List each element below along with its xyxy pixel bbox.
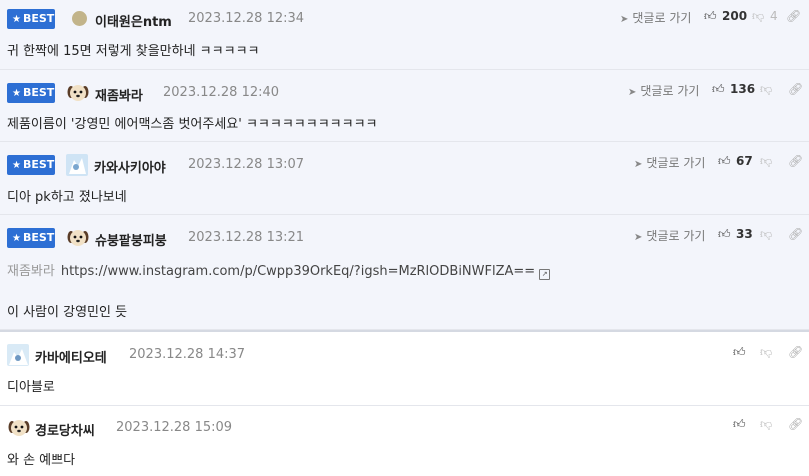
like-button[interactable]: 👍︎ 33 (718, 227, 753, 242)
reply-to-nick[interactable]: 재좀봐라 (7, 264, 55, 279)
thumbs-down-icon: 👎︎ (760, 154, 773, 168)
nickname[interactable]: 슈붕팥붕피붕 (95, 230, 167, 249)
external-link-icon[interactable]: ↗ (539, 269, 551, 280)
thumbs-down-icon: 👎︎ (760, 417, 773, 431)
avatar[interactable] (67, 227, 89, 249)
comment-text: 이 사람이 강영민인 듯 (7, 305, 128, 320)
avatar[interactable] (7, 344, 29, 366)
dislike-button[interactable]: 👎︎ (760, 345, 778, 360)
star-icon: ★ (12, 233, 21, 244)
avatar[interactable] (67, 82, 89, 104)
thumbs-down-icon: 👎︎ (760, 82, 773, 96)
best-comment: ★ BEST 카와사키아야 2023.12.28 13:07 ➤ 댓글로 가기 👍︎… (0, 142, 809, 215)
best-badge: ★ BEST (7, 83, 55, 103)
comment-date: 2023.12.28 12:34 (188, 11, 305, 26)
avatar[interactable] (8, 417, 30, 439)
goto-comment-link[interactable]: ➤ 댓글로 가기 (634, 154, 705, 171)
nickname[interactable]: 재좀봐라 (95, 85, 143, 104)
like-button[interactable]: 👍︎ 67 (718, 154, 753, 169)
comment-link-line: 재좀봐라 https://www.instagram.com/p/Cwpp39Or… (7, 260, 551, 280)
thumbs-up-icon: 👍︎ (718, 154, 731, 168)
link-icon[interactable]: 🔗︎ (788, 227, 803, 241)
thumbs-up-icon: 👍︎ (733, 345, 746, 359)
comment-text: 디아블로 (7, 380, 55, 395)
comment-text: 제품이름이 '강영민 에어맥스좀 벗어주세요' ㅋㅋㅋㅋㅋㅋㅋㅋㅋㅋㅋ (7, 117, 378, 132)
comment-date: 2023.12.28 12:40 (163, 85, 280, 100)
like-button[interactable]: 👍︎ (733, 345, 751, 360)
avatar[interactable] (66, 154, 88, 176)
thumbs-up-icon: 👍︎ (712, 82, 725, 96)
comment-date: 2023.12.28 15:09 (116, 420, 233, 435)
comment-date: 2023.12.28 14:37 (129, 347, 246, 362)
best-comment: ★ BEST 재좀봐라 2023.12.28 12:40 ➤ 댓글로 가기 👍︎ 13… (0, 70, 809, 142)
thumbs-down-icon: 👎︎ (760, 345, 773, 359)
goto-comment-link[interactable]: ➤ 댓글로 가기 (628, 82, 699, 99)
comment-text: 귀 한짝에 15면 저렇게 찾을만하네 ㅋㅋㅋㅋㅋ (7, 44, 260, 59)
external-url[interactable]: https://www.instagram.com/p/Cwpp39OrkEq/… (61, 264, 535, 279)
comment: 경로당차씨 2023.12.28 15:09 👍︎ 👎︎ 🔗︎ 와 손 예쁘다 (0, 406, 809, 476)
comment: 카바에티오테 2023.12.28 14:37 👍︎ 👎︎ 🔗︎ 디아블로 (0, 332, 809, 406)
goto-comment-link[interactable]: ➤ 댓글로 가기 (634, 227, 705, 244)
link-icon[interactable]: 🔗︎ (788, 417, 803, 431)
star-icon: ★ (12, 88, 21, 99)
link-icon[interactable]: 🔗︎ (788, 345, 803, 359)
arrow-icon: ➤ (634, 159, 643, 170)
thumbs-up-icon: 👍︎ (718, 227, 731, 241)
best-badge: ★ BEST (7, 9, 55, 29)
arrow-icon: ➤ (634, 232, 643, 243)
thumbs-up-icon: 👍︎ (704, 9, 717, 23)
thumbs-down-icon: 👎︎ (760, 227, 773, 241)
dislike-button[interactable]: 👎︎ 4 (752, 9, 778, 24)
dislike-button[interactable]: 👎︎ (760, 227, 778, 242)
dislike-button[interactable]: 👎︎ (760, 82, 778, 97)
avatar[interactable] (69, 8, 91, 30)
nickname[interactable]: 경로당차씨 (35, 420, 95, 439)
star-icon: ★ (12, 160, 21, 171)
comment-date: 2023.12.28 13:07 (188, 157, 305, 172)
star-icon: ★ (12, 14, 21, 25)
link-icon[interactable]: 🔗︎ (788, 154, 803, 168)
arrow-icon: ➤ (628, 87, 637, 98)
nickname[interactable]: 이태원은ntm (95, 11, 172, 30)
link-icon[interactable]: 🔗︎ (786, 9, 801, 23)
best-comment: ★ BEST 슈붕팥붕피붕 2023.12.28 13:21 ➤ 댓글로 가기 👍︎… (0, 215, 809, 330)
comment-text: 와 손 예쁘다 (7, 453, 76, 468)
comment-text: 디아 pk하고 졌나보네 (7, 190, 127, 205)
like-button[interactable]: 👍︎ (733, 417, 751, 432)
goto-comment-link[interactable]: ➤ 댓글로 가기 (620, 9, 691, 26)
dislike-button[interactable]: 👎︎ (760, 417, 778, 432)
best-badge: ★ BEST (7, 228, 55, 248)
best-comment: ★ BEST 이태원은ntm 2023.12.28 12:34 ➤ 댓글로 가기 👍… (0, 0, 809, 70)
like-button[interactable]: 👍︎ 136 (712, 82, 755, 97)
comment-list: ★ BEST 이태원은ntm 2023.12.28 12:34 ➤ 댓글로 가기 👍… (0, 0, 809, 476)
link-icon[interactable]: 🔗︎ (788, 82, 803, 96)
dislike-button[interactable]: 👎︎ (760, 154, 778, 169)
arrow-icon: ➤ (620, 14, 629, 25)
like-button[interactable]: 👍︎ 200 (704, 9, 747, 24)
best-badge: ★ BEST (7, 155, 55, 175)
nickname[interactable]: 카와사키아야 (94, 157, 166, 176)
nickname[interactable]: 카바에티오테 (35, 347, 107, 366)
thumbs-up-icon: 👍︎ (733, 417, 746, 431)
thumbs-down-icon: 👎︎ (752, 9, 765, 23)
comment-date: 2023.12.28 13:21 (188, 230, 305, 245)
